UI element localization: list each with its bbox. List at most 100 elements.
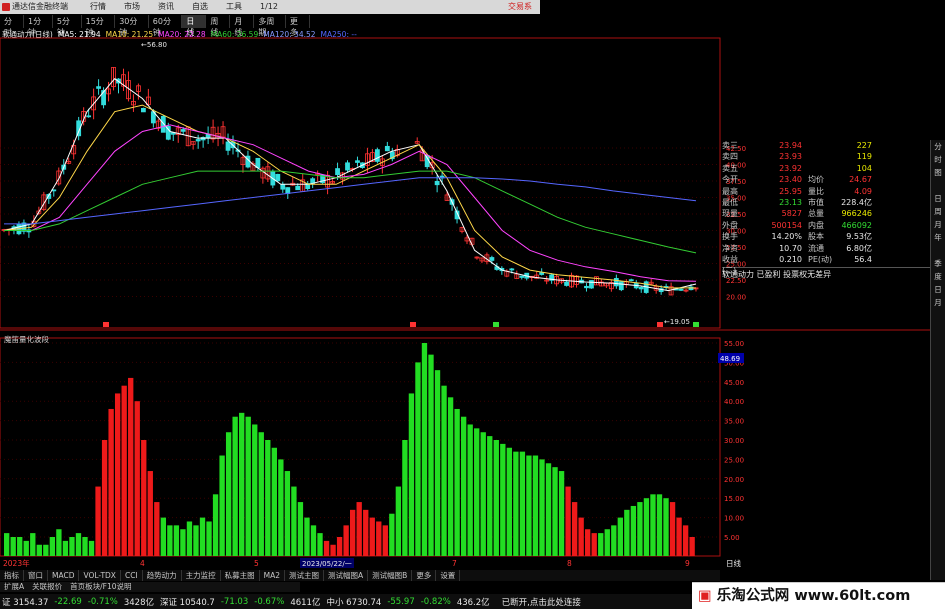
quote-label: 最高 (722, 186, 738, 196)
sidebar-item[interactable]: 度 (931, 270, 945, 283)
indicator-tab-13[interactable]: 设置 (436, 570, 461, 581)
x-axis-month: 9 (685, 559, 690, 568)
indicator-tab-4[interactable]: CCI (121, 570, 143, 581)
indicator-tab-8[interactable]: MA2 (260, 570, 286, 581)
indicator-tab-12[interactable]: 更多 (412, 570, 437, 581)
event-marker[interactable] (103, 322, 109, 327)
indicator-axis-tick: 10.00 (724, 515, 744, 523)
indicator-bar (591, 533, 597, 556)
low-price-marker: ←19.05 (664, 318, 690, 326)
sidebar-item[interactable]: 季 (931, 257, 945, 270)
indicator-tab-10[interactable]: 测试幅图A (324, 570, 369, 581)
sidebar-item[interactable]: 分 (931, 140, 945, 153)
indicator-bar (154, 502, 160, 556)
candle-body (195, 139, 201, 142)
quote-row: 现量 5827 总量 966246 (722, 208, 930, 219)
indicator-bar (617, 517, 623, 556)
ma-line-ma10 (3, 104, 696, 289)
sidebar-item[interactable] (931, 244, 945, 257)
candle-body (280, 184, 286, 190)
ma-line-ma5 (3, 78, 697, 292)
sidebar-item[interactable]: 周 (931, 205, 945, 218)
sidebar-item[interactable]: 月 (931, 218, 945, 231)
indicator-tab-7[interactable]: 私募主图 (221, 570, 260, 581)
indicator-tab-2[interactable]: MACD (48, 570, 80, 581)
indicator-bar (428, 354, 434, 556)
candle-body (589, 280, 594, 289)
status-item: -55.97 (387, 596, 415, 607)
indicator-bar (4, 533, 10, 556)
indicator-tab-11[interactable]: 测试幅图B (368, 570, 413, 581)
quote-value: 119 (856, 152, 872, 162)
candle-body (275, 173, 281, 182)
connection-status[interactable]: 已断开,点击此处连接 (502, 596, 581, 608)
event-marker[interactable] (693, 322, 699, 327)
extension-tabs: 扩展A 关联报价 首页板块/F10说明 (0, 582, 300, 592)
indicator-bar (500, 443, 506, 556)
indicator-bar (121, 385, 127, 556)
candle-body (345, 162, 350, 171)
indicator-bar (630, 505, 637, 556)
candle-body (628, 279, 634, 282)
indicator-axis-tick: 5.00 (724, 534, 740, 542)
date-tag: 2023/05/22/一 (302, 560, 352, 568)
indicator-bar (323, 540, 330, 556)
indicator-bar (395, 486, 402, 556)
indicator-tab-5[interactable]: 趋势动力 (143, 570, 182, 581)
event-marker[interactable] (493, 322, 499, 327)
indicator-tab-9[interactable]: 测试主图 (285, 570, 325, 581)
candle-body (564, 281, 569, 286)
indicator-tab-3[interactable]: VOL-TDX (79, 570, 121, 581)
quote-label: 换手 (722, 232, 738, 242)
sidebar-item[interactable]: 日 (931, 192, 945, 205)
candle-body (225, 141, 231, 151)
quote-row: 今开 23.40 均价 24.67 (722, 174, 930, 185)
quote-value: 228.4亿 (841, 197, 872, 207)
indicator-bar (167, 525, 173, 556)
indicator-bar (206, 521, 212, 556)
quote-label: 均价 (808, 175, 824, 185)
ext-tab-0[interactable]: 扩展A (0, 582, 28, 592)
sidebar-item[interactable]: 日 (931, 283, 945, 296)
indicator-bar (108, 408, 114, 556)
event-marker[interactable] (410, 322, 416, 327)
sidebar-item[interactable] (931, 179, 945, 192)
indicator-axis-tick: 55.00 (724, 340, 744, 348)
indicator-tab-0[interactable]: 指标 (0, 570, 24, 581)
quote-label (802, 163, 832, 174)
ext-tab-1[interactable]: 关联报价 (28, 582, 66, 592)
price-axis-tick: 20.00 (726, 294, 746, 302)
status-item: 深证 10540.7 (159, 597, 215, 608)
indicator-tab-1[interactable]: 窗口 (24, 570, 48, 581)
kline-chart-canvas[interactable]: 42.5040.0037.5035.0032.5030.0027.5025.00… (0, 0, 945, 609)
indicator-bar (265, 440, 271, 556)
sidebar-item[interactable]: 月 (931, 296, 945, 309)
quote-value: 14.20% (771, 232, 802, 242)
indicator-bar (650, 494, 656, 556)
indicator-bar (493, 440, 499, 556)
indicator-current-value: 48.69 (720, 355, 740, 363)
quote-value: 6.80亿 (846, 243, 872, 253)
indicator-bar (101, 440, 108, 556)
indicator-bar (141, 440, 147, 556)
indicator-bar (160, 517, 167, 556)
sidebar-item[interactable]: 图 (931, 166, 945, 179)
sidebar-item[interactable]: 时 (931, 153, 945, 166)
indicator-tab-6[interactable]: 主力监控 (182, 570, 221, 581)
indicator-bar (643, 498, 650, 556)
indicator-bar (441, 385, 447, 556)
ext-tab-2[interactable]: 首页板块/F10说明 (66, 582, 135, 592)
sidebar-item[interactable]: 年 (931, 231, 945, 244)
quote-label: 总量 (808, 209, 824, 219)
indicator-bar (95, 486, 101, 556)
right-sidebar: 分时图日周月年季度日月 (930, 140, 945, 580)
quote-label: 今开 (722, 175, 738, 185)
quote-label (802, 140, 832, 151)
indicator-bar (656, 494, 663, 556)
event-marker[interactable] (657, 322, 663, 327)
candle-body (678, 288, 684, 291)
candle-body (618, 281, 624, 291)
quote-row: 收益(二) 0.210 PE(动) 56.4 (722, 254, 930, 275)
indicator-bar (402, 440, 408, 556)
indicator-bar (82, 537, 88, 556)
